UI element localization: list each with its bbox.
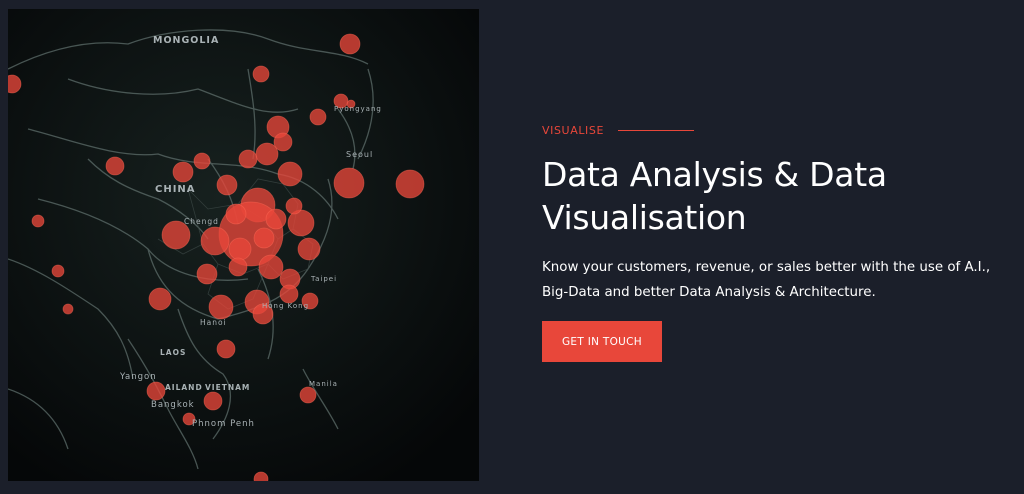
get-in-touch-button[interactable]: GET IN TOUCH — [542, 321, 662, 362]
data-marker — [225, 203, 247, 225]
data-marker — [51, 264, 65, 278]
data-marker — [309, 108, 327, 126]
data-marker — [285, 197, 303, 215]
data-marker — [196, 263, 218, 285]
data-marker — [62, 303, 74, 315]
map-place-label: CHINA — [155, 184, 196, 195]
data-marker — [208, 294, 234, 320]
map-place-label: Hong Kong — [262, 302, 309, 310]
data-marker — [228, 237, 252, 261]
data-marker — [253, 227, 275, 249]
data-marker — [333, 167, 365, 199]
data-marker — [193, 152, 211, 170]
data-marker — [258, 254, 284, 280]
eyebrow-divider — [618, 130, 695, 131]
data-marker — [238, 149, 258, 169]
data-marker — [228, 257, 248, 277]
map-image: MONGOLIA CHINA Chengd Hanoi LAOS Yangon AILAND… — [8, 9, 479, 481]
data-marker — [105, 156, 125, 176]
data-marker — [31, 214, 45, 228]
map-place-label: AILAND — [165, 383, 203, 392]
eyebrow-label: VISUALISE — [542, 124, 605, 137]
data-marker — [200, 226, 230, 256]
data-marker — [216, 174, 238, 196]
map-place-label: Taipei — [310, 275, 337, 283]
section-description: Know your customers, revenue, or sales b… — [542, 260, 991, 300]
data-marker — [395, 169, 425, 199]
data-marker — [299, 386, 317, 404]
data-marker — [297, 237, 321, 261]
data-marker — [203, 391, 223, 411]
data-marker — [279, 284, 299, 304]
map-place-label: Yangon — [119, 372, 157, 382]
data-marker — [252, 65, 270, 83]
data-marker — [216, 339, 236, 359]
data-marker — [277, 161, 303, 187]
map-place-label: Phnom Penh — [192, 419, 255, 429]
data-marker — [172, 161, 194, 183]
data-marker — [255, 142, 279, 166]
map-place-label: MONGOLIA — [153, 35, 219, 46]
map-place-label: Seoul — [346, 150, 373, 159]
content-block: VISUALISE Data Analysis & Data Visualisa… — [542, 124, 1002, 362]
map-place-label: VIETNAM — [205, 383, 250, 392]
map-illustration: MONGOLIA CHINA Chengd Hanoi LAOS Yangon AILAND… — [8, 9, 479, 481]
data-marker — [339, 33, 361, 55]
section-title: Data Analysis & Data Visualisation — [542, 155, 887, 237]
data-marker — [265, 208, 287, 230]
data-marker — [146, 381, 166, 401]
map-place-label: Pyongyang — [334, 105, 382, 113]
eyebrow-row: VISUALISE — [542, 124, 1002, 137]
data-marker — [148, 287, 172, 311]
map-place-label: Chengd — [184, 217, 219, 226]
map-place-label: Hanoi — [200, 318, 227, 327]
map-place-label: LAOS — [160, 348, 186, 357]
map-place-label: Manila — [309, 380, 338, 388]
map-place-label: Bangkok — [151, 400, 195, 410]
